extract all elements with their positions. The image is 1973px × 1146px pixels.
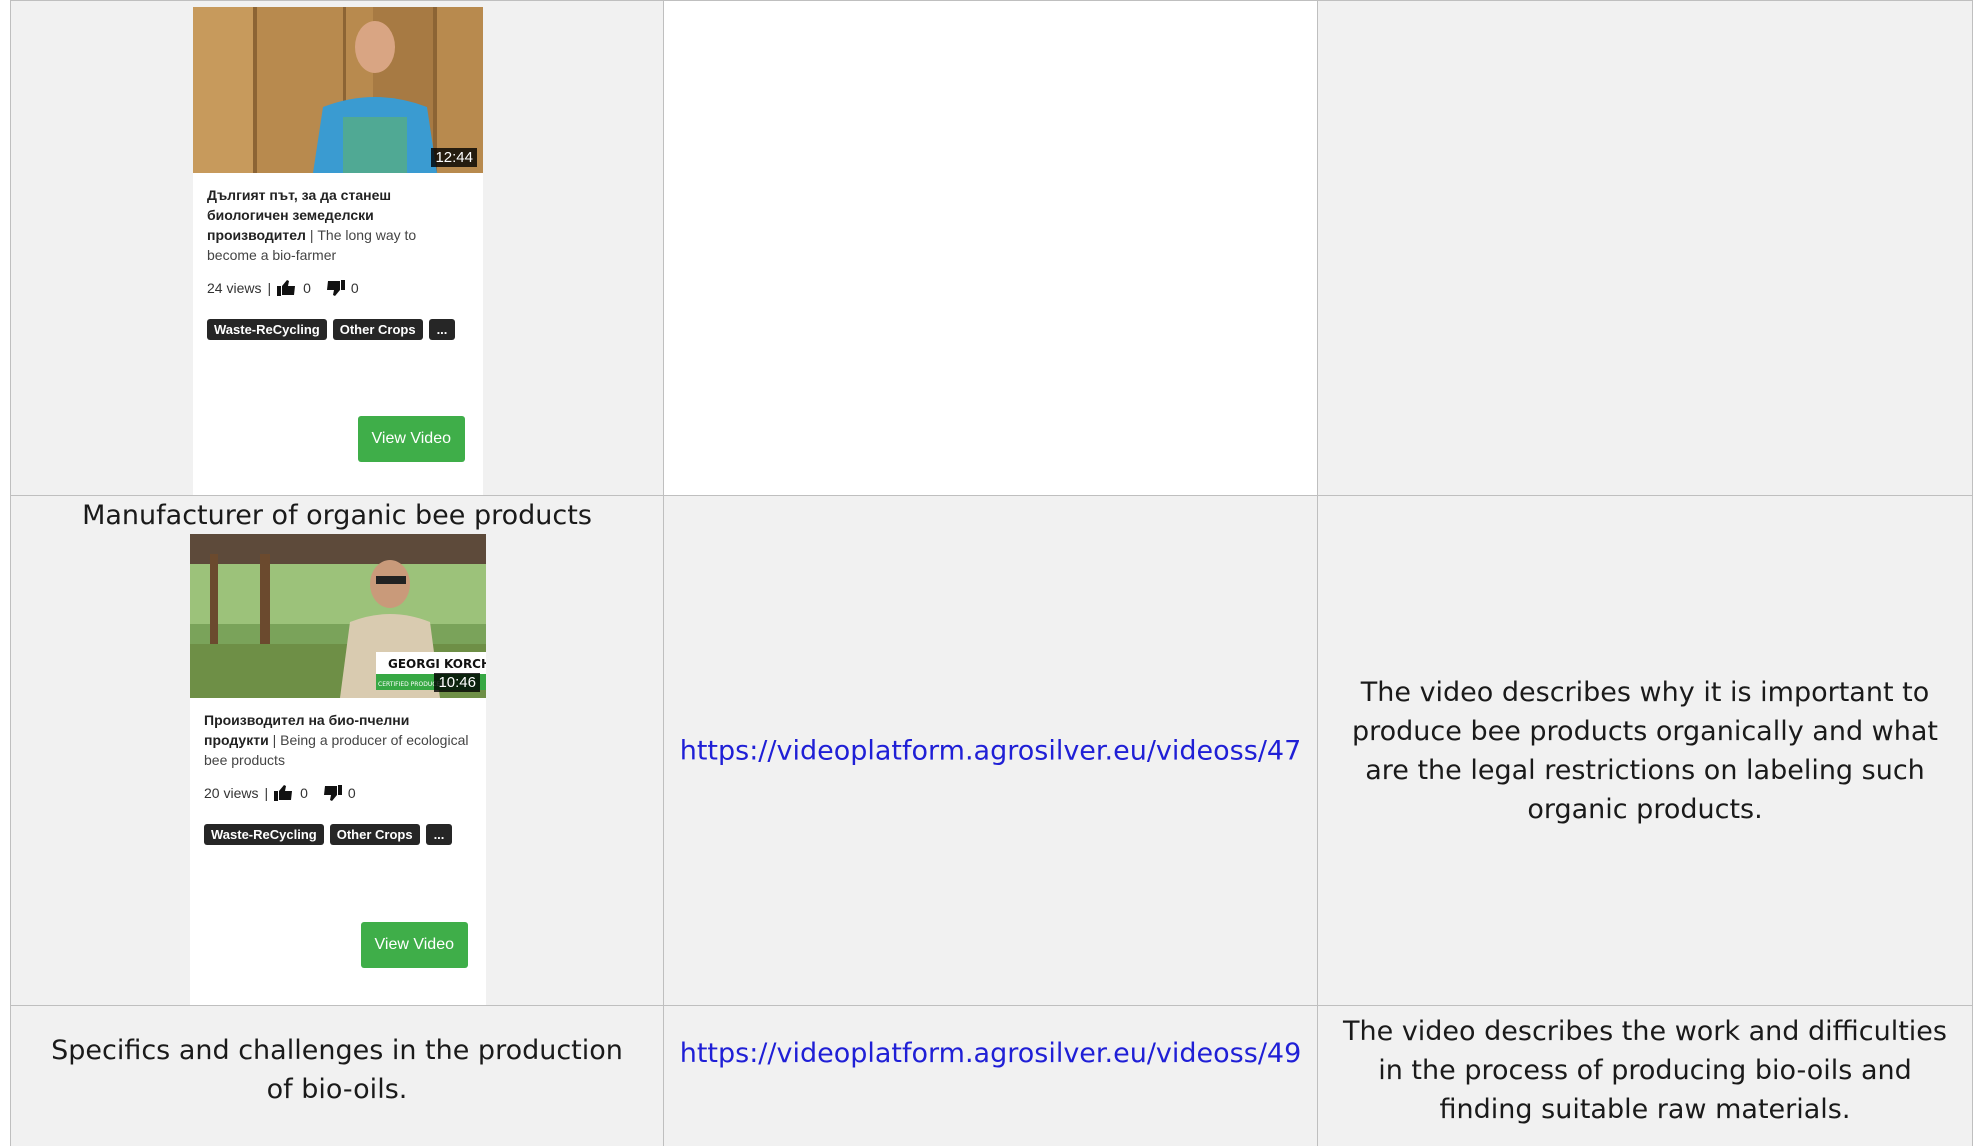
tag-more[interactable]: ... <box>425 824 453 845</box>
video-tags: Waste-ReCycling Other Crops ... <box>207 319 469 340</box>
row-title: Manufacturer of organic bee products <box>82 500 592 531</box>
table-row: 12:44 Дългият път, за да станеш биологич… <box>10 0 1973 496</box>
table-cell-link: https://videoplatform.agrosilver.eu/vide… <box>664 496 1318 1005</box>
view-video-button[interactable]: View Video <box>357 416 465 462</box>
view-video-button[interactable]: View Video <box>360 922 468 968</box>
video-title[interactable]: Производител на био-пчелни продукти | Be… <box>204 710 472 770</box>
video-link[interactable]: https://videoplatform.agrosilver.eu/vide… <box>680 1038 1302 1069</box>
video-description: The video describes why it is important … <box>1352 676 1938 825</box>
thumbs-down-icon[interactable] <box>322 784 342 802</box>
table-cell-link: https://videoplatform.agrosilver.eu/vide… <box>664 1006 1318 1146</box>
views-count: 24 views <box>207 280 262 296</box>
video-thumbnail[interactable]: 12:44 <box>193 7 483 173</box>
video-card-body: Производител на био-пчелни продукти | Be… <box>190 698 486 845</box>
video-stats: 24 views | 0 0 <box>207 279 469 297</box>
thumbs-down-icon[interactable] <box>325 279 345 297</box>
dislikes-count: 0 <box>347 785 356 801</box>
table-cell-title: 12:44 Дългият път, за да станеш биологич… <box>10 1 664 495</box>
video-duration: 10:46 <box>434 673 480 692</box>
table-cell-link <box>664 1 1318 495</box>
video-thumbnail[interactable]: GEORGI KORCHEV CERTIFIED PRODUCER OF 10:… <box>190 534 486 698</box>
video-stats: 20 views | 0 0 <box>204 784 472 802</box>
separator: | <box>264 785 269 801</box>
overlay-name: GEORGI KORCHEV <box>388 657 486 671</box>
video-description: The video describes the work and difficu… <box>1343 1016 1947 1125</box>
tag-more[interactable]: ... <box>428 319 456 340</box>
row-title: Specifics and challenges in the producti… <box>51 1035 623 1105</box>
separator: | <box>267 280 272 296</box>
video-link[interactable]: https://videoplatform.agrosilver.eu/vide… <box>680 735 1302 766</box>
tag-other-crops[interactable]: Other Crops <box>332 319 423 340</box>
table-cell-description <box>1318 1 1973 495</box>
thumbs-up-icon[interactable] <box>274 784 294 802</box>
dislikes-count: 0 <box>350 280 359 296</box>
table-cell-title: Specifics and challenges in the producti… <box>10 1006 664 1146</box>
video-duration: 12:44 <box>431 148 477 167</box>
table-cell-description: The video describes the work and difficu… <box>1318 1006 1973 1146</box>
video-table: 12:44 Дългият път, за да станеш биологич… <box>10 0 1973 1146</box>
video-card: GEORGI KORCHEV CERTIFIED PRODUCER OF 10:… <box>190 534 486 1005</box>
video-card: 12:44 Дългият път, за да станеш биологич… <box>193 7 483 495</box>
video-card-body: Дългият път, за да станеш биологичен зем… <box>193 173 483 340</box>
video-tags: Waste-ReCycling Other Crops ... <box>204 824 472 845</box>
likes-count: 0 <box>303 280 311 296</box>
table-row: Specifics and challenges in the producti… <box>10 1006 1973 1146</box>
table-row: Manufacturer of organic bee products GEO… <box>10 496 1973 1006</box>
table-cell-description: The video describes why it is important … <box>1318 496 1973 1005</box>
tag-waste-recycling[interactable]: Waste-ReCycling <box>204 824 324 845</box>
views-count: 20 views <box>204 785 259 801</box>
thumbs-up-icon[interactable] <box>277 279 297 297</box>
likes-count: 0 <box>300 785 308 801</box>
tag-other-crops[interactable]: Other Crops <box>329 824 420 845</box>
video-title[interactable]: Дългият път, за да станеш биологичен зем… <box>207 185 469 265</box>
tag-waste-recycling[interactable]: Waste-ReCycling <box>207 319 327 340</box>
table-cell-title: Manufacturer of organic bee products GEO… <box>10 496 664 1005</box>
